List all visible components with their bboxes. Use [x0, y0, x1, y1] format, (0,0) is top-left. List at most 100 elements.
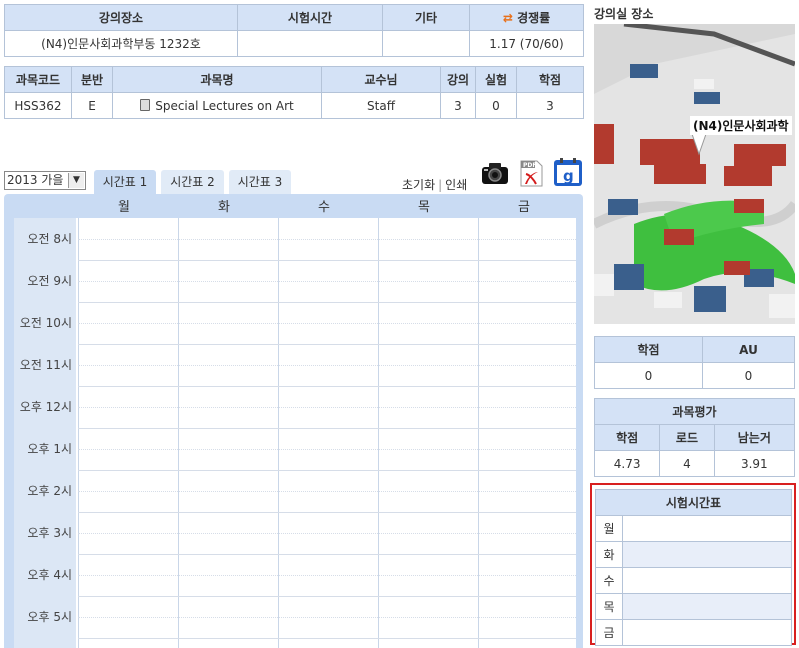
header-load: 로드 — [659, 424, 715, 451]
semester-select[interactable]: 2013 가을 ▼ — [4, 171, 86, 190]
lab-value: 0 — [475, 92, 517, 119]
etc-value — [382, 30, 470, 57]
competition-value: 1.17 (70/60) — [469, 30, 584, 57]
header-lecture: 강의 — [440, 66, 476, 93]
credits-table: 학점 AU 0 0 — [594, 336, 795, 389]
time-label: 오후 2시 — [14, 470, 76, 512]
course-table: 과목코드 분반 과목명 교수님 강의 실험 학점 HSS362 E Specia… — [4, 66, 584, 119]
time-label: 오전 11시 — [14, 344, 76, 386]
timetable-header: 월 화 수 목 금 — [4, 194, 583, 216]
au-value: 0 — [702, 362, 795, 389]
pdf-icon[interactable]: PDF — [516, 158, 546, 188]
grade-value: 4.73 — [593, 450, 661, 477]
reset-link[interactable]: 초기화 — [402, 178, 435, 192]
day-wed: 수 — [318, 200, 330, 215]
exam-day: 목 — [595, 593, 623, 620]
exam-day: 화 — [595, 541, 623, 568]
exam-slot — [622, 515, 792, 542]
action-links: 초기화 | 인쇄 — [402, 178, 468, 192]
header-professor: 교수님 — [321, 66, 441, 93]
timetable-grid[interactable]: 오전 8시 오전 9시 오전 10시 오전 11시 오후 12시 오후 1시 오… — [14, 218, 576, 648]
exam-slot — [622, 593, 792, 620]
exam-slot — [622, 541, 792, 568]
header-etc: 기타 — [382, 4, 470, 31]
header-location: 강의장소 — [4, 4, 238, 31]
professor-value: Staff — [321, 92, 441, 119]
exam-schedule-title: 시험시간표 — [595, 489, 792, 516]
exam-day: 월 — [595, 515, 623, 542]
table-row: HSS362 E Special Lectures on Art Staff 3… — [4, 92, 584, 119]
svg-text:g: g — [563, 167, 574, 185]
time-label: 오전 8시 — [14, 218, 76, 260]
campus-map[interactable] — [594, 24, 795, 324]
day-column[interactable] — [78, 218, 177, 648]
day-column[interactable] — [178, 218, 277, 648]
hour-line — [78, 638, 576, 639]
day-column[interactable] — [378, 218, 477, 648]
course-info-table: 강의장소 시험시간 기타 ⇄ 경쟁률 (N4)인문사회과학부동 1232호 1.… — [4, 4, 584, 57]
half-hour-line — [78, 617, 576, 618]
day-fri: 금 — [518, 200, 530, 215]
camera-icon[interactable] — [480, 158, 510, 188]
tab-timetable-1[interactable]: 시간표 1 — [94, 170, 156, 194]
building-tag: (N4)인문사회과학 — [690, 116, 792, 135]
half-hour-line — [78, 323, 576, 324]
hour-line — [78, 386, 576, 387]
print-link[interactable]: 인쇄 — [445, 178, 467, 192]
exam-schedule-table: 시험시간표 월 화 수 목 금 — [595, 489, 792, 646]
day-column[interactable] — [478, 218, 577, 648]
course-title[interactable]: Special Lectures on Art — [155, 99, 294, 113]
chevron-down-icon[interactable]: ▼ — [68, 173, 84, 188]
exam-day: 금 — [595, 619, 623, 646]
exam-slot — [622, 619, 792, 646]
hour-line — [78, 260, 576, 261]
time-label: 오후 1시 — [14, 428, 76, 470]
time-label: 오후 3시 — [14, 512, 76, 554]
time-label: 오전 9시 — [14, 260, 76, 302]
evaluation-title: 과목평가 — [594, 398, 795, 425]
exam-time-value — [237, 30, 383, 57]
time-label: 오후 12시 — [14, 386, 76, 428]
google-calendar-icon[interactable]: g — [552, 156, 584, 188]
campus-map-image — [594, 24, 795, 324]
half-hour-line — [78, 449, 576, 450]
header-au: AU — [702, 336, 795, 363]
day-thu: 목 — [418, 200, 430, 215]
hour-line — [78, 554, 576, 555]
half-hour-line — [78, 365, 576, 366]
credits-value: 0 — [594, 362, 703, 389]
half-hour-line — [78, 239, 576, 240]
header-credit: 학점 — [516, 66, 584, 93]
exam-day: 수 — [595, 567, 623, 594]
header-code: 과목코드 — [4, 66, 72, 93]
time-label: 오전 10시 — [14, 302, 76, 344]
half-hour-line — [78, 533, 576, 534]
hour-line — [78, 512, 576, 513]
half-hour-line — [78, 575, 576, 576]
tab-timetable-2[interactable]: 시간표 2 — [161, 170, 224, 194]
timetable: 월 화 수 목 금 오전 8시 오전 9시 오전 10시 오전 11시 오후 1… — [4, 194, 583, 648]
hour-line — [78, 596, 576, 597]
time-label-blank — [14, 638, 76, 648]
header-gain: 남는거 — [713, 424, 796, 451]
load-value: 4 — [659, 450, 715, 477]
refresh-icon: ⇄ — [502, 11, 513, 25]
credit-value: 3 — [516, 92, 584, 119]
timetable-controls: 2013 가을 ▼ 시간표 1 시간표 2 시간표 3 초기화 | 인쇄 PDF g — [4, 158, 584, 194]
header-credits: 학점 — [594, 336, 703, 363]
gain-value: 3.91 — [713, 450, 796, 477]
day-mon: 월 — [118, 200, 130, 215]
evaluation-table: 과목평가 학점 로드 남는거 4.73 4 3.91 — [593, 398, 796, 477]
tab-timetable-3[interactable]: 시간표 3 — [229, 170, 291, 194]
half-hour-line — [78, 491, 576, 492]
svg-text:PDF: PDF — [523, 162, 536, 169]
time-label: 오후 5시 — [14, 596, 76, 638]
day-column[interactable] — [278, 218, 377, 648]
exam-slot — [622, 567, 792, 594]
map-label: 강의실 장소 — [594, 7, 654, 21]
hour-line — [78, 428, 576, 429]
hour-line — [78, 302, 576, 303]
half-hour-line — [78, 281, 576, 282]
course-title-cell[interactable]: Special Lectures on Art — [112, 92, 322, 119]
header-grade: 학점 — [593, 424, 661, 451]
